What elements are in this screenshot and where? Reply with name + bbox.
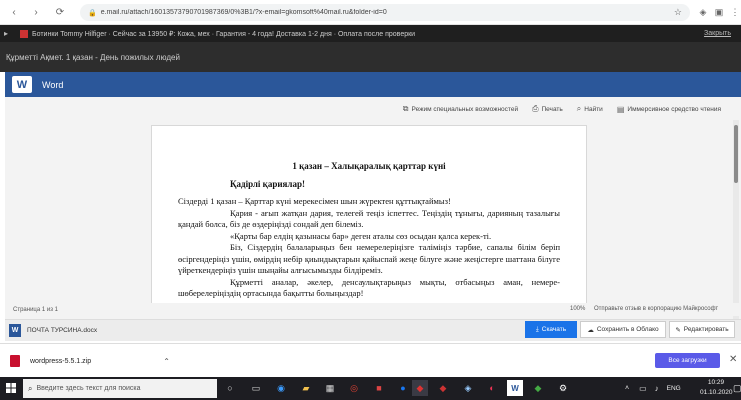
immersive-reader-button[interactable]: ▤ Иммерсивное средство чтения	[617, 105, 721, 114]
close-icon[interactable]: ✕	[729, 354, 737, 365]
print-label: Печать	[541, 105, 563, 113]
paragraph-5: Құрметті аналар, әкелер, денсаулықтарыңы…	[178, 276, 560, 299]
tray-chevron-icon[interactable]: ˄	[625, 385, 629, 392]
clock-date: 01.10.2020	[700, 389, 733, 396]
chrome-icon[interactable]: ◎	[346, 380, 362, 396]
page-indicator: Страница 1 из 1	[13, 306, 58, 313]
back-icon[interactable]: ‹	[6, 4, 22, 20]
accessibility-button[interactable]: ⧉ Режим специальных возможностей	[403, 104, 518, 114]
menu-icon[interactable]: ⋮	[728, 5, 741, 19]
mail-title-bar: Құрметті Ақмет. 1 қазан - День пожилых л…	[0, 42, 741, 72]
download-button[interactable]: ⤓ Скачать	[525, 321, 577, 338]
address-bar[interactable]: 🔒 e.mail.ru/attach/16013573790701987369/…	[80, 4, 690, 21]
edit-label: Редактировать	[683, 326, 729, 333]
promo-text[interactable]: Ботинки Tommy Hilfiger · Сейчас за 13950…	[32, 30, 415, 38]
word-taskbar-icon[interactable]: W	[507, 380, 523, 396]
save-cloud-label: Сохранить в Облако	[596, 326, 659, 333]
volume-icon[interactable]: ♪	[655, 384, 659, 393]
mail-subject: Құрметті Ақмет. 1 қазан - День пожилых л…	[6, 52, 180, 62]
printer-icon: ⎙	[532, 104, 539, 113]
taskbar-search[interactable]: ⌕ Введите здесь текст для поиска	[23, 379, 217, 398]
app-icon-3[interactable]: ◐	[484, 380, 500, 396]
document-title: 1 қазан – Халықаралық қарттар күні	[292, 161, 446, 171]
media-player-icon[interactable]: ◆	[412, 380, 428, 396]
search-icon: ⌕	[28, 383, 33, 393]
attachment-name: ПОЧТА ТУРСИНА.docx	[27, 327, 98, 334]
viewer-toolbar: ⧉ Режим специальных возможностей ⎙ Печат…	[5, 99, 735, 119]
download-filename: wordpress-5.5.1.zip	[30, 357, 92, 365]
save-to-cloud-button[interactable]: ☁ Сохранить в Облако	[580, 321, 666, 338]
star-icon[interactable]: ☆	[674, 7, 682, 18]
windows-start-icon[interactable]	[6, 382, 16, 394]
app-icon[interactable]: ■	[371, 380, 387, 396]
paragraph-1: Сіздерді 1 қазан – Қарттар күні мерекесі…	[178, 196, 451, 206]
find-label: Найти	[584, 105, 603, 113]
ad-arrow-icon: ▸	[4, 29, 9, 38]
messenger-icon[interactable]: ●	[395, 380, 411, 396]
document-body: 1 қазан – Халықаралық қарттар күні Қадір…	[152, 126, 586, 300]
search-icon: ⌕	[576, 104, 582, 113]
app-icon-2[interactable]: ◈	[460, 380, 476, 396]
app-icon-5[interactable]: ⚙	[555, 380, 571, 396]
lock-icon: 🔒	[88, 9, 97, 17]
media-icon[interactable]: ◆	[435, 380, 451, 396]
edge-icon[interactable]: ◉	[273, 380, 289, 396]
paragraph-2: Қария - ағып жатқан дария, телегей теңіз…	[178, 207, 560, 230]
store-icon[interactable]: ▦	[322, 380, 338, 396]
search-placeholder: Введите здесь текст для поиска	[36, 385, 141, 392]
url-text: e.mail.ru/attach/16013573790701987369/0%…	[100, 9, 387, 16]
notifications-icon[interactable]: ▢	[733, 383, 741, 394]
edit-button[interactable]: ✎ Редактировать	[669, 321, 735, 338]
brand-icon	[20, 29, 29, 38]
task-view-icon[interactable]: ○	[222, 380, 238, 396]
edit-icon: ✎	[675, 326, 681, 334]
show-all-downloads-button[interactable]: Все загрузки	[655, 353, 720, 368]
clock-time: 10:29	[707, 379, 725, 386]
input-language[interactable]: ENG	[667, 385, 681, 392]
accessibility-label: Режим специальных возможностей	[411, 105, 519, 113]
paragraph-3: «Қарты бар елдің қазынасы бар» деген ата…	[230, 230, 492, 241]
shield-icon[interactable]: ◈	[696, 5, 710, 19]
find-button[interactable]: ⌕ Найти	[577, 104, 603, 114]
download-icon: ⤓	[535, 325, 539, 333]
network-icon[interactable]: ▭	[639, 384, 647, 393]
files-icon[interactable]: ▭	[248, 380, 264, 396]
download-label: Скачать	[541, 326, 567, 333]
file-explorer-icon[interactable]: ▰	[298, 380, 314, 396]
accessibility-icon: ⧉	[402, 104, 409, 113]
document-page[interactable]: 1 қазан – Халықаралық қарттар күні Қадір…	[151, 125, 587, 305]
print-button[interactable]: ⎙ Печать	[532, 104, 563, 114]
browser-toolbar: ‹ › ⟳ 🔒 e.mail.ru/attach/160135737907019…	[0, 0, 741, 25]
scrollbar-thumb[interactable]	[734, 125, 738, 183]
system-tray: ˄ ▭ ♪ ENG	[625, 378, 681, 399]
reader-icon: ▤	[616, 104, 625, 114]
paragraph-4: Біз, Сіздердің балаларыңыз бен немерелер…	[178, 242, 560, 275]
zip-file-icon	[10, 355, 20, 367]
feedback-link[interactable]: Отправьте отзыв в корпорацию Майкрософт	[594, 306, 718, 312]
docx-file-icon: W	[9, 324, 21, 337]
word-logo-icon: W	[12, 76, 32, 93]
reload-icon[interactable]: ⟳	[52, 4, 68, 20]
word-header: W Word	[5, 72, 741, 97]
app-icon-4[interactable]: ◆	[530, 380, 546, 396]
cloud-icon: ☁	[587, 326, 594, 334]
document-greeting: Қадірлі қариялар!	[230, 178, 305, 189]
word-app-name: Word	[42, 79, 64, 90]
download-item[interactable]: wordpress-5.5.1.zip ⌃	[10, 352, 170, 370]
promo-close-link[interactable]: Закрыть	[704, 30, 731, 37]
promo-banner: ▸ Ботинки Tommy Hilfiger · Сейчас за 139…	[0, 25, 741, 42]
forward-icon[interactable]: ›	[28, 4, 44, 20]
reader-label: Иммерсивное средство чтения	[627, 105, 721, 113]
extension-icon[interactable]: ▣	[712, 5, 726, 19]
clock[interactable]: 10:29 01.10.2020	[700, 378, 733, 399]
zoom-level[interactable]: 100%	[570, 306, 585, 312]
chevron-up-icon[interactable]: ⌃	[163, 357, 170, 366]
